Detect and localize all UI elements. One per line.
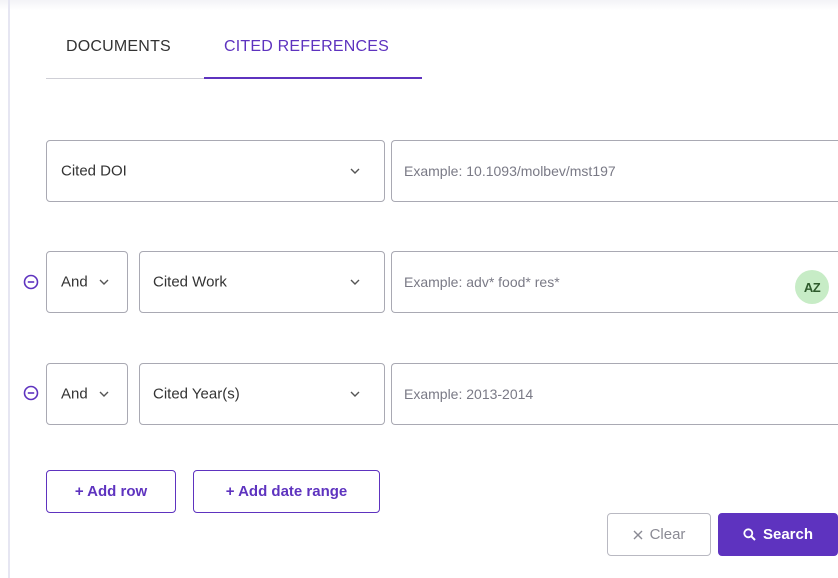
operator-label: And xyxy=(61,273,88,291)
cited-references-search-page: DOCUMENTS CITED REFERENCES Cited DOI And… xyxy=(0,0,838,578)
clear-button[interactable]: Clear xyxy=(607,513,711,556)
search-term-input-row-3[interactable] xyxy=(391,363,838,425)
field-select-cited-work[interactable]: Cited Work xyxy=(139,251,385,313)
search-term-input-row-1[interactable] xyxy=(391,140,838,202)
search-term-field[interactable] xyxy=(404,141,824,201)
a-z-index-icon[interactable]: AZ xyxy=(795,270,829,304)
tab-documents[interactable]: DOCUMENTS xyxy=(66,38,171,56)
field-select-cited-doi[interactable]: Cited DOI xyxy=(46,140,385,202)
tab-cited-references[interactable]: CITED REFERENCES xyxy=(224,38,389,56)
search-term-field[interactable] xyxy=(404,364,824,424)
clear-label: Clear xyxy=(649,526,686,543)
operator-select-row-2[interactable]: And xyxy=(46,251,128,313)
active-tab-indicator xyxy=(204,77,422,79)
search-button[interactable]: Search xyxy=(718,513,838,556)
chevron-down-icon xyxy=(350,279,360,285)
search-term-field[interactable] xyxy=(404,252,824,312)
operator-label: And xyxy=(61,385,88,403)
chevron-down-icon xyxy=(99,391,109,397)
top-fade xyxy=(0,0,838,10)
search-term-input-row-2[interactable]: AZ xyxy=(391,251,838,313)
minus-circle-icon[interactable] xyxy=(23,274,39,290)
field-select-label: Cited Year(s) xyxy=(153,385,240,403)
chevron-down-icon xyxy=(350,391,360,397)
close-icon xyxy=(633,530,643,540)
add-date-range-button[interactable]: + Add date range xyxy=(193,470,380,513)
left-divider xyxy=(8,0,10,578)
chevron-down-icon xyxy=(350,168,360,174)
operator-select-row-3[interactable]: And xyxy=(46,363,128,425)
search-icon xyxy=(743,528,756,541)
minus-circle-icon[interactable] xyxy=(23,385,39,401)
field-select-label: Cited Work xyxy=(153,273,227,291)
field-select-cited-years[interactable]: Cited Year(s) xyxy=(139,363,385,425)
search-label: Search xyxy=(762,526,814,543)
add-row-button[interactable]: + Add row xyxy=(46,470,176,513)
search-tabs: DOCUMENTS CITED REFERENCES xyxy=(46,28,422,79)
chevron-down-icon xyxy=(99,279,109,285)
field-select-label: Cited DOI xyxy=(61,162,127,180)
